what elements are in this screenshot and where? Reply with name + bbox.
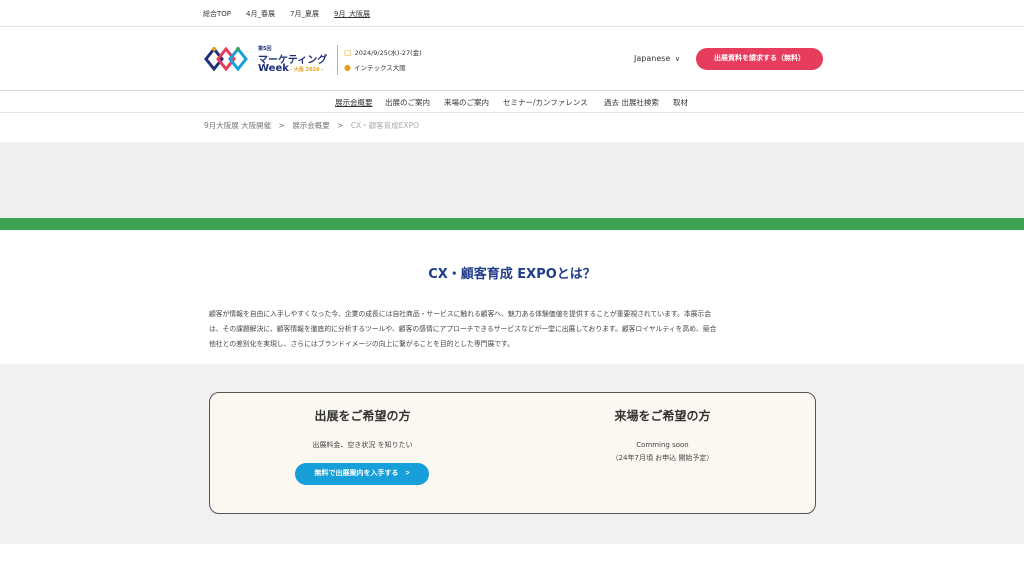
- header-divider: [337, 45, 338, 75]
- nav-item-exhibit-info[interactable]: 出展のご案内: [385, 97, 430, 108]
- logo-mark-icon: [204, 46, 248, 72]
- breadcrumb-item-overview[interactable]: 展示会概要: [292, 121, 330, 130]
- exhibit-title: 出展をご希望の方: [314, 409, 411, 423]
- hero-green-bar: [0, 218, 1024, 230]
- chevron-down-icon: ∨: [674, 55, 680, 63]
- visit-schedule: （24年7月頃 お申込 開始予定）: [611, 454, 714, 462]
- logo-week: Week: [258, 63, 289, 74]
- site-header: [0, 27, 1024, 91]
- visit-coming-soon: Comming soon: [636, 441, 689, 449]
- hero-banner: [0, 142, 1024, 218]
- event-place: ● インテックス大阪: [344, 62, 406, 72]
- logo-city: - 大阪 2024 -: [290, 67, 324, 73]
- description-line: 他社との差別化を実現し、さらにはブランドイメージの向上に繋がることを目的とした専…: [209, 340, 514, 348]
- nav-item-overview[interactable]: 展示会概要: [335, 97, 373, 108]
- event-date-text: 2024/9/25(水)-27(金): [354, 49, 422, 57]
- nav-item-seminar[interactable]: セミナー/カンファレンス: [503, 97, 588, 108]
- topbar-link-top[interactable]: 総合TOP: [203, 9, 231, 19]
- section-title: CX・顧客育成 EXPOとは？: [428, 267, 596, 282]
- nav-item-past-exhibitors[interactable]: 過去 出展社検索: [604, 97, 659, 108]
- breadcrumb-separator: >: [337, 121, 344, 130]
- event-date: ▢ 2024/9/25(水)-27(金): [344, 47, 422, 57]
- section-description: 顧客が情報を自由に入手しやすくなった今、企業の成長には自社商品・サービスに触れる…: [209, 307, 816, 352]
- language-label: Japanese: [634, 54, 671, 63]
- language-selector[interactable]: Japanese ∨: [634, 54, 680, 63]
- exhibit-subtitle: 出展料金、空き状況 を知りたい: [312, 441, 413, 449]
- breadcrumb-separator: >: [278, 121, 285, 130]
- description-line: は、その課題解決に、顧客情報を徹底的に分析するツールや、顧客の感情にアプローチで…: [209, 325, 717, 333]
- calendar-icon: ▢: [344, 48, 352, 57]
- top-bar: 総合TOP 4月_春展 7月_夏展 9月_大阪展: [0, 0, 1024, 27]
- topbar-link-spring[interactable]: 4月_春展: [246, 9, 275, 19]
- location-pin-icon: ●: [344, 63, 351, 72]
- breadcrumb: 9月大阪展 大阪開催 > 展示会概要 > CX・顧客育成EXPO: [204, 120, 419, 131]
- description-line: 顧客が情報を自由に入手しやすくなった今、企業の成長には自社商品・サービスに触れる…: [209, 310, 712, 318]
- request-materials-button[interactable]: 出展資料を請求する（無料）: [696, 48, 823, 70]
- cta-card: 出展をご希望の方 出展料金、空き状況 を知りたい 無料で出展案内を入手する > …: [209, 392, 816, 514]
- topbar-link-summer[interactable]: 7月_夏展: [290, 9, 319, 19]
- site-logo[interactable]: 第5回 マーケティング Week - 大阪 2024 -: [204, 44, 334, 76]
- breadcrumb-item-current: CX・顧客育成EXPO: [350, 121, 419, 130]
- main-nav: 展示会概要 出展のご案内 来場のご案内 セミナー/カンファレンス 過去 出展社検…: [0, 91, 1024, 113]
- get-exhibit-info-button[interactable]: 無料で出展案内を入手する >: [295, 463, 429, 485]
- breadcrumb-item-home[interactable]: 9月大阪展 大阪開催: [204, 121, 271, 130]
- visit-title: 来場をご希望の方: [614, 409, 711, 423]
- nav-item-press[interactable]: 取材: [673, 97, 688, 108]
- event-place-text: インテックス大阪: [353, 64, 406, 72]
- nav-item-visit-info[interactable]: 来場のご案内: [444, 97, 489, 108]
- topbar-link-osaka[interactable]: 9月_大阪展: [334, 9, 370, 19]
